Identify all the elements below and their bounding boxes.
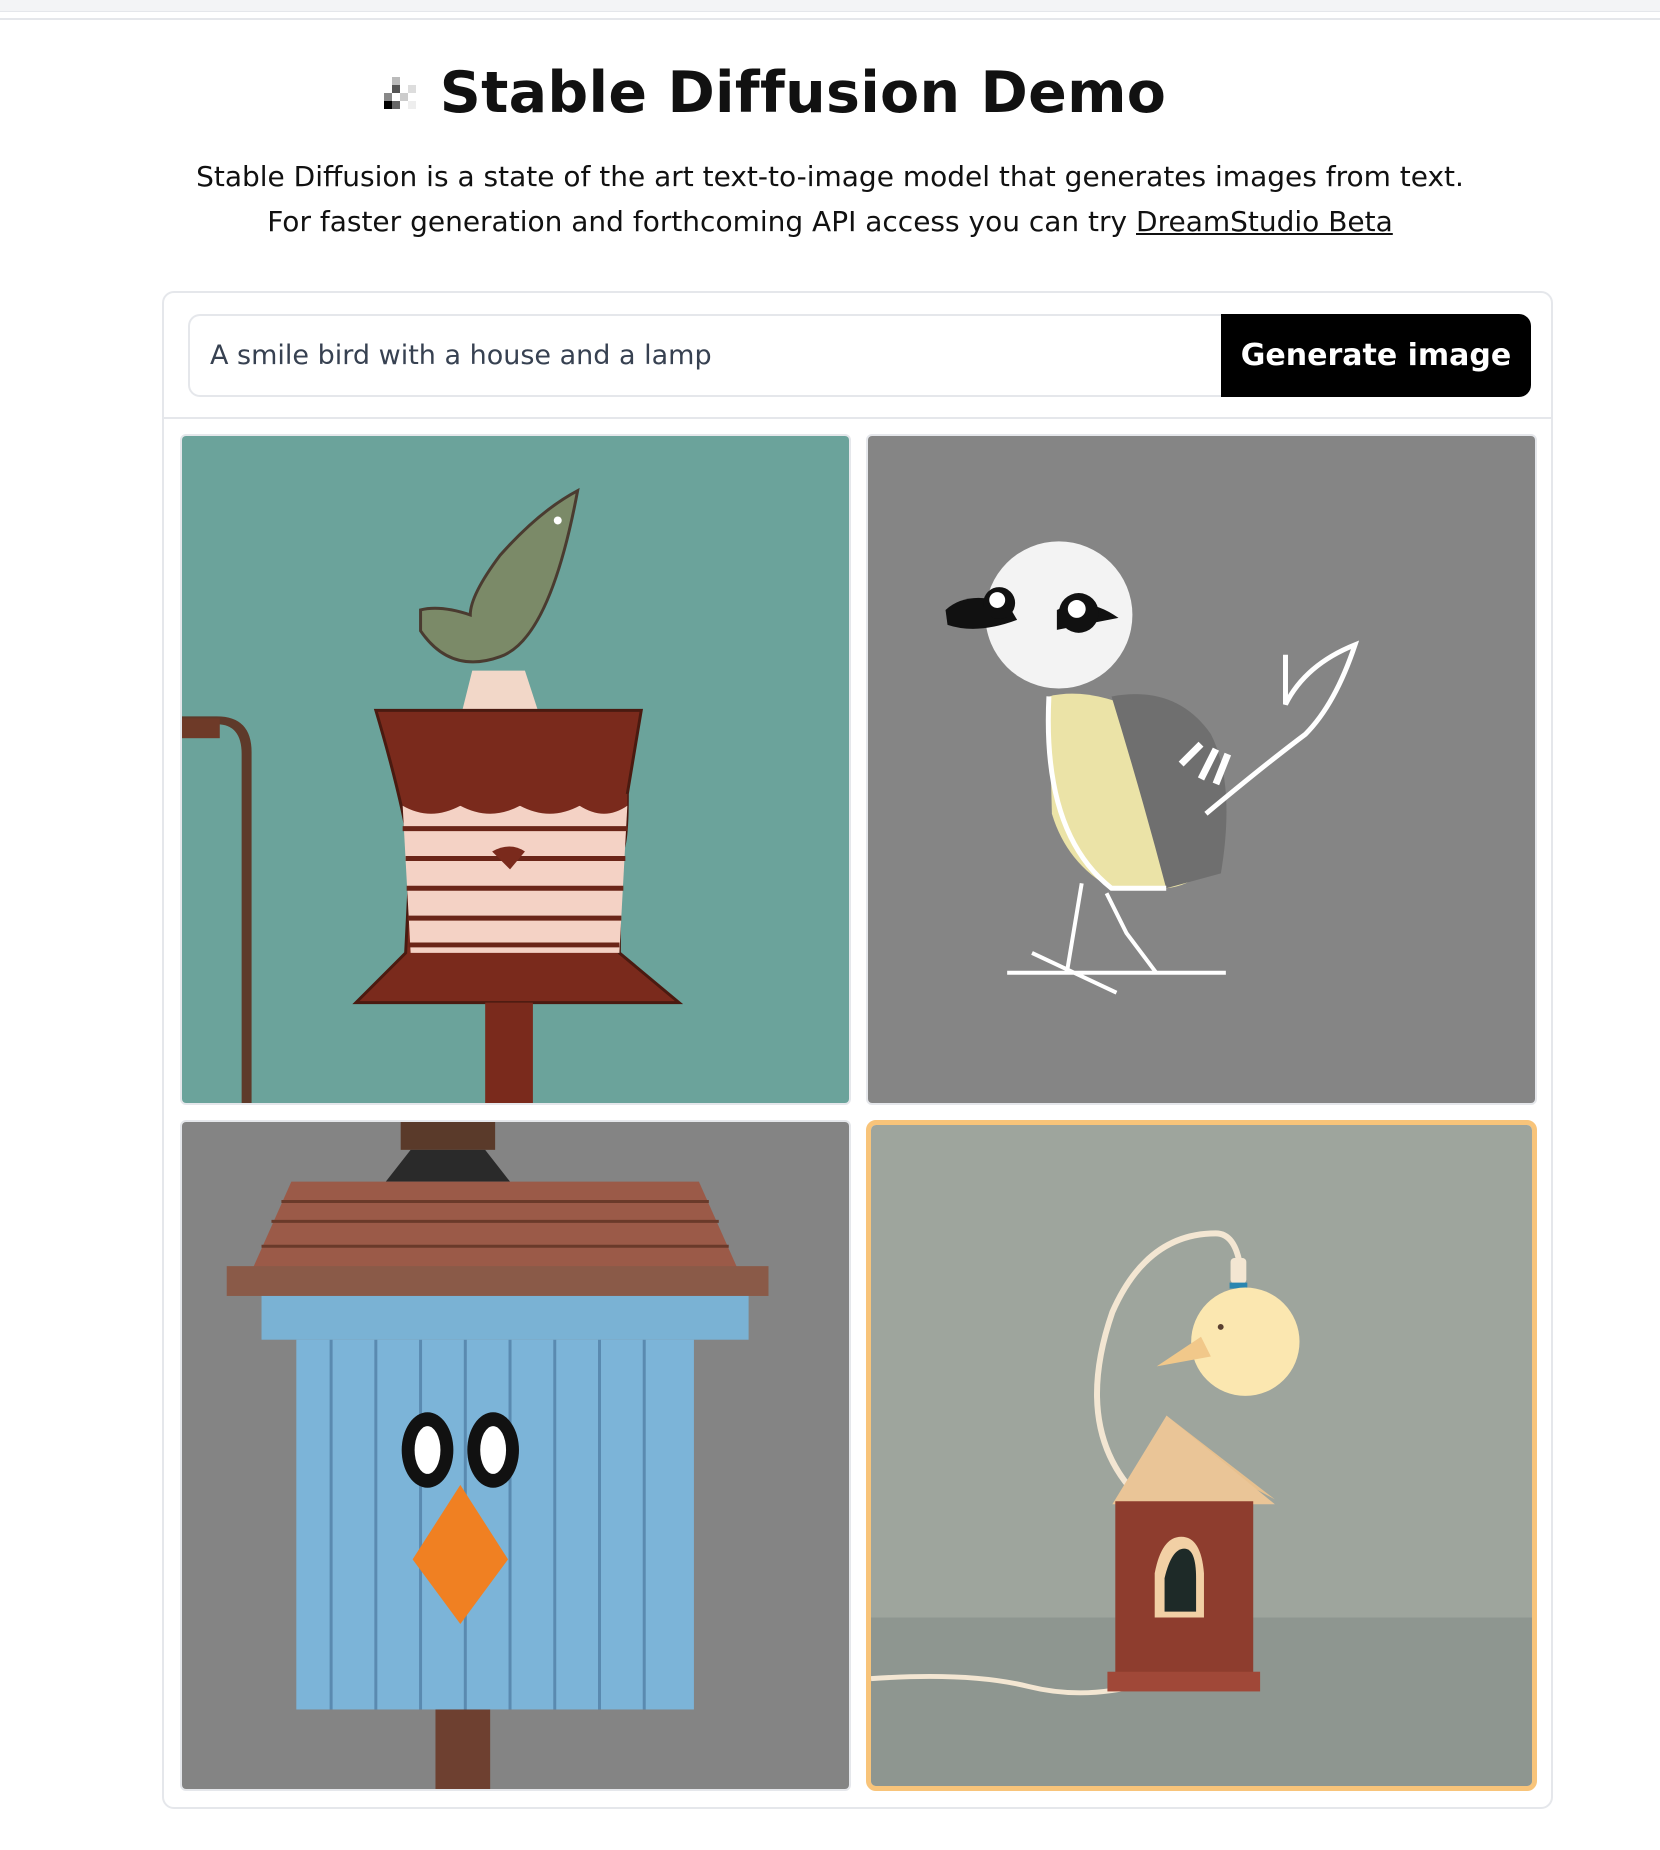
gallery-image-3[interactable] <box>180 1120 851 1791</box>
top-divider <box>0 18 1660 20</box>
gallery-image-2[interactable] <box>866 434 1537 1105</box>
page-header: Stable Diffusion Demo Stable Diffusion i… <box>0 60 1660 244</box>
generated-image-bird-birdhouse <box>182 436 849 1103</box>
page-description: Stable Diffusion is a state of the art t… <box>0 154 1660 244</box>
browser-top-bar <box>0 0 1660 12</box>
generated-image-round-bird <box>868 436 1535 1103</box>
gallery-image-4[interactable] <box>866 1120 1537 1791</box>
generator-panel: Generate image <box>162 291 1553 1809</box>
prompt-input[interactable] <box>188 314 1221 397</box>
panel-divider <box>164 417 1551 419</box>
title-row: Stable Diffusion Demo <box>0 60 1660 126</box>
generated-image-blue-birdhouse <box>182 1122 849 1789</box>
prompt-row: Generate image <box>188 314 1531 397</box>
description-line-1: Stable Diffusion is a state of the art t… <box>196 160 1464 193</box>
dreamstudio-link[interactable]: DreamStudio Beta <box>1136 205 1393 238</box>
description-line-2: For faster generation and forthcoming AP… <box>0 199 1660 244</box>
gallery-image-1[interactable] <box>180 434 851 1105</box>
generated-image-lamp-birdhouse <box>871 1125 1532 1786</box>
pixel-logo-icon <box>383 77 416 109</box>
generate-image-button[interactable]: Generate image <box>1221 314 1531 397</box>
page-title: Stable Diffusion Demo <box>439 60 1167 126</box>
description-line-2-text: For faster generation and forthcoming AP… <box>267 205 1137 238</box>
